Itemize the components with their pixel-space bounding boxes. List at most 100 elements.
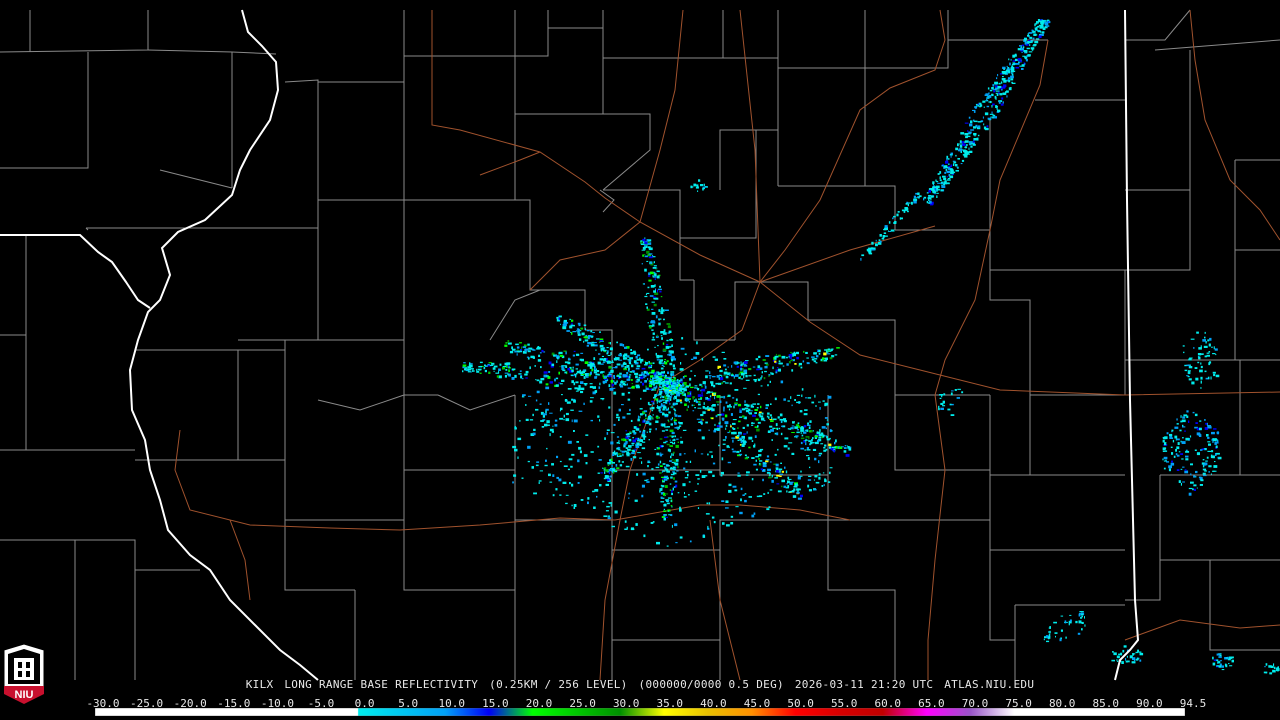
echo-pixel (742, 415, 745, 418)
echo-pixel (616, 375, 620, 377)
echo-pixel (1011, 64, 1015, 66)
echo-pixel (671, 435, 675, 438)
echo-pixel (642, 382, 645, 386)
echo-pixel (719, 369, 723, 373)
echo-pixel (759, 367, 763, 370)
echo-pixel (573, 506, 576, 509)
echo-pixel (1000, 103, 1004, 106)
echo-pixel (946, 155, 949, 159)
echo-pixel (763, 463, 767, 465)
county-line (514, 28, 604, 115)
echo-pixel (577, 459, 580, 463)
echo-pixel (673, 462, 676, 465)
echo-pixel (779, 475, 782, 477)
echo-pixel (913, 200, 917, 204)
echo-pixel (723, 358, 727, 360)
echo-pixel (923, 197, 925, 201)
echo-pixel (1003, 68, 1005, 71)
echo-pixel (1204, 331, 1206, 334)
echo-pixel (660, 501, 664, 503)
echo-pixel (828, 443, 832, 446)
highway-line (759, 225, 936, 283)
echo-pixel (766, 471, 770, 474)
echo-pixel (735, 506, 739, 508)
echo-pixel (809, 443, 811, 446)
echo-pixel (690, 185, 693, 189)
echo-pixel (572, 319, 574, 322)
echo-pixel (1213, 659, 1217, 661)
echo-pixel (929, 200, 932, 204)
echo-pixel (570, 331, 572, 333)
echo-pixel (578, 323, 581, 327)
echo-pixel (640, 397, 642, 400)
echo-pixel (527, 460, 530, 463)
echo-pixel (621, 450, 626, 453)
echo-pixel (671, 506, 673, 508)
echo-pixel (669, 460, 672, 462)
echo-pixel (697, 388, 700, 391)
echo-pixel (568, 458, 573, 461)
echo-pixel (573, 430, 575, 432)
echo-pixel (1209, 337, 1212, 341)
echo-pixel (632, 456, 637, 459)
echo-pixel (665, 309, 669, 311)
echo-pixel (645, 362, 648, 365)
echo-pixel (758, 449, 762, 453)
echo-pixel (711, 383, 714, 387)
echo-pixel (786, 363, 789, 366)
echo-pixel (746, 404, 750, 407)
echo-pixel (714, 396, 716, 400)
echo-pixel (663, 441, 667, 444)
echo-pixel (533, 428, 536, 431)
echo-pixel (1198, 356, 1201, 360)
echo-pixel (792, 495, 797, 498)
echo-pixel (907, 202, 911, 204)
echo-pixel (659, 460, 662, 464)
echo-pixel (954, 164, 958, 167)
echo-pixel (674, 459, 676, 463)
echo-pixel (671, 431, 675, 435)
echo-pixel (650, 261, 653, 265)
echo-pixel (564, 371, 567, 374)
echo-pixel (1003, 71, 1007, 74)
echo-pixel (1200, 376, 1203, 380)
echo-pixel (729, 404, 731, 407)
echo-pixel (528, 347, 533, 350)
echo-pixel (791, 432, 795, 433)
echo-pixel (1012, 62, 1016, 64)
echo-pixel (662, 381, 665, 384)
echo-pixel (739, 511, 743, 515)
echo-pixel (741, 443, 745, 445)
echo-pixel (985, 127, 989, 131)
echo-pixel (658, 318, 662, 320)
echo-pixel (532, 413, 534, 417)
echo-pixel (680, 378, 683, 382)
echo-pixel (936, 195, 938, 198)
echo-pixel (674, 486, 676, 488)
echo-pixel (801, 394, 803, 397)
echo-pixel (822, 435, 824, 438)
echo-pixel (1196, 432, 1201, 436)
echo-pixel (683, 467, 686, 470)
echo-pixel (649, 295, 654, 297)
echo-pixel (790, 396, 792, 399)
echo-pixel (730, 413, 733, 416)
echo-pixel (603, 515, 608, 517)
echo-pixel (727, 461, 731, 464)
echo-pixel (825, 427, 827, 430)
echo-pixel (636, 473, 639, 476)
radar-echoes (462, 19, 1280, 675)
echo-pixel (635, 523, 638, 526)
echo-pixel (732, 427, 734, 429)
echo-pixel (602, 349, 607, 352)
echo-pixel (896, 213, 899, 217)
echo-pixel (657, 345, 659, 347)
echo-pixel (1174, 426, 1179, 429)
echo-pixel (957, 388, 961, 390)
echo-pixel (768, 476, 772, 479)
echo-pixel (669, 403, 671, 405)
echo-pixel (711, 516, 715, 519)
echo-pixel (631, 450, 635, 452)
echo-pixel (875, 243, 878, 247)
echo-pixel (756, 368, 760, 371)
